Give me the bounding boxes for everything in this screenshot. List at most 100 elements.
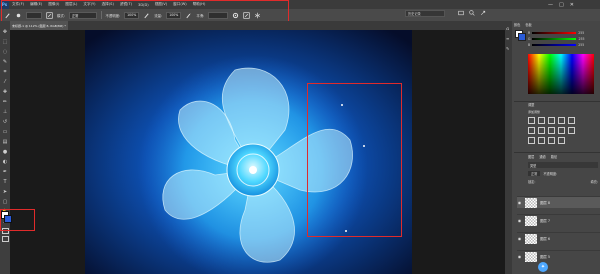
threshold-icon[interactable] — [548, 137, 555, 144]
brush-tool-icon[interactable]: ✏ — [2, 99, 8, 105]
eyedropper-tool-icon[interactable]: ⁄ — [2, 79, 8, 85]
document-tab[interactable]: 未标题-1 @ 112% (图层 8, RGB/8#) * — [10, 21, 68, 30]
crop-tool-icon[interactable]: ⌗ — [2, 69, 8, 75]
quick-select-tool-icon[interactable]: ✎ — [2, 59, 8, 65]
history-search-input[interactable]: 历史记录 — [405, 10, 445, 17]
curves-icon[interactable] — [548, 117, 555, 124]
layer-thumbnail — [525, 233, 537, 244]
minimize-button[interactable]: — — [548, 2, 553, 8]
collapsed-panel-strip — [505, 21, 512, 274]
layer-kind-select[interactable]: 类型 — [530, 163, 536, 168]
tab-color[interactable]: 颜色 — [514, 22, 520, 27]
maximize-button[interactable]: □ — [559, 2, 564, 8]
eye-icon[interactable]: ◉ — [517, 254, 522, 259]
top-right-icons — [458, 10, 486, 17]
properties-panel-icon[interactable]: ≡ — [506, 36, 509, 41]
anchor-point[interactable] — [363, 145, 365, 147]
exposure-icon[interactable] — [558, 117, 565, 124]
window-controls: — □ ✕ — [548, 0, 574, 9]
eye-icon[interactable]: ◉ — [517, 200, 522, 205]
invert-icon[interactable] — [528, 137, 535, 144]
document-title: 未标题-1 @ 112% (图层 8, RGB/8#) * — [12, 23, 66, 28]
anchor-point[interactable] — [345, 230, 347, 232]
fill-label: 填充: — [590, 179, 598, 184]
healing-tool-icon[interactable]: ✚ — [2, 89, 8, 95]
channel-value[interactable]: 255 — [578, 37, 584, 41]
marquee-tool-icon[interactable]: ⬚ — [2, 39, 8, 45]
hue-icon[interactable] — [528, 127, 535, 134]
lasso-tool-icon[interactable]: ◌ — [2, 49, 8, 55]
tab-swatches[interactable]: 色板 — [525, 22, 531, 27]
layer-row[interactable]: ◉ 图层 7 — [517, 214, 600, 226]
anchor-point[interactable] — [341, 104, 343, 106]
history-label: 历史记录 — [408, 12, 421, 16]
close-button[interactable]: ✕ — [570, 2, 574, 8]
black-white-icon[interactable] — [548, 127, 555, 134]
layer-row-selected[interactable]: ◉ 图层 8 — [517, 196, 600, 208]
stamp-tool-icon[interactable]: ⊥ — [2, 109, 8, 115]
layer-row[interactable]: ◉ 图层 5 — [517, 250, 600, 262]
blend-row: 正常 不透明度: — [528, 170, 598, 176]
layer-name[interactable]: 图层 6 — [540, 236, 550, 241]
share-icon[interactable] — [480, 10, 486, 17]
gradient-map-icon[interactable] — [558, 137, 565, 144]
blur-tool-icon[interactable]: ● — [2, 149, 8, 155]
lock-label: 锁定: — [528, 179, 536, 184]
blend-mode-select[interactable]: 正常 — [528, 170, 541, 176]
layer-opacity-label: 不透明度: — [543, 171, 558, 176]
red-slider[interactable] — [532, 32, 577, 34]
channel-value[interactable]: 255 — [578, 31, 584, 35]
channel-value[interactable]: 255 — [578, 43, 584, 47]
photo-filter-icon[interactable] — [558, 127, 565, 134]
helper-badge-icon: ✦ — [538, 262, 548, 272]
adjustment-icons-row1 — [528, 117, 575, 124]
move-tool-icon[interactable]: ✥ — [2, 29, 8, 35]
channel-label: G — [528, 37, 531, 41]
tab-paths[interactable]: 路径 — [551, 154, 557, 159]
dodge-tool-icon[interactable]: ◐ — [2, 159, 8, 165]
screen-mode-icon[interactable] — [2, 236, 9, 242]
tab-adjustments[interactable]: 调整 — [528, 102, 534, 107]
gradient-tool-icon[interactable]: ▤ — [2, 139, 8, 145]
color-spectrum[interactable] — [528, 54, 594, 94]
document-tab-row — [10, 21, 505, 30]
color-panel-tabs: 颜色 色板 — [514, 22, 532, 27]
lock-row: 锁定: 填充: — [528, 178, 598, 184]
shape-tool-icon[interactable]: ▢ — [2, 199, 8, 205]
layer-name[interactable]: 图层 7 — [540, 218, 550, 223]
highlight-blade-box — [307, 83, 402, 237]
brush-panel-icon[interactable]: ✎ — [506, 46, 509, 51]
green-slider[interactable] — [532, 38, 577, 40]
vibrance-icon[interactable] — [568, 117, 575, 124]
layers-panel-tabs: 图层 通道 路径 — [528, 154, 557, 159]
layer-thumbnail — [525, 251, 537, 262]
channel-mixer-icon[interactable] — [568, 127, 575, 134]
levels-icon[interactable] — [538, 117, 545, 124]
blue-slider[interactable] — [532, 44, 577, 46]
history-brush-tool-icon[interactable]: ↺ — [2, 119, 8, 125]
layer-name[interactable]: 图层 8 — [540, 200, 550, 205]
divider — [514, 152, 600, 153]
text-tool-icon[interactable]: T — [2, 179, 8, 185]
layer-row[interactable]: ◉ 图层 6 — [517, 232, 600, 244]
tab-layers[interactable]: 图层 — [528, 154, 534, 159]
history-panel-icon[interactable]: ⎌ — [506, 26, 509, 31]
workspace-icon[interactable] — [458, 10, 464, 17]
pen-tool-icon[interactable]: ✒ — [2, 169, 8, 175]
posterize-icon[interactable] — [538, 137, 545, 144]
layer-filter-row: 类型 — [528, 162, 598, 168]
layer-name[interactable]: 图层 5 — [540, 254, 550, 259]
path-select-tool-icon[interactable]: ➤ — [2, 189, 8, 195]
color-bg-swatch[interactable] — [518, 33, 526, 41]
brightness-icon[interactable] — [528, 117, 535, 124]
adjustment-icons-row3 — [528, 137, 565, 144]
slider-row-b: B 255 — [528, 42, 598, 48]
adjustments-subtitle: 添加调整 — [528, 110, 541, 114]
eye-icon[interactable]: ◉ — [517, 218, 522, 223]
tab-channels[interactable]: 通道 — [539, 154, 545, 159]
eye-icon[interactable]: ◉ — [517, 236, 522, 241]
eraser-tool-icon[interactable]: ▭ — [2, 129, 8, 135]
divider — [514, 101, 600, 102]
color-balance-icon[interactable] — [538, 127, 545, 134]
search-icon[interactable] — [469, 10, 475, 17]
